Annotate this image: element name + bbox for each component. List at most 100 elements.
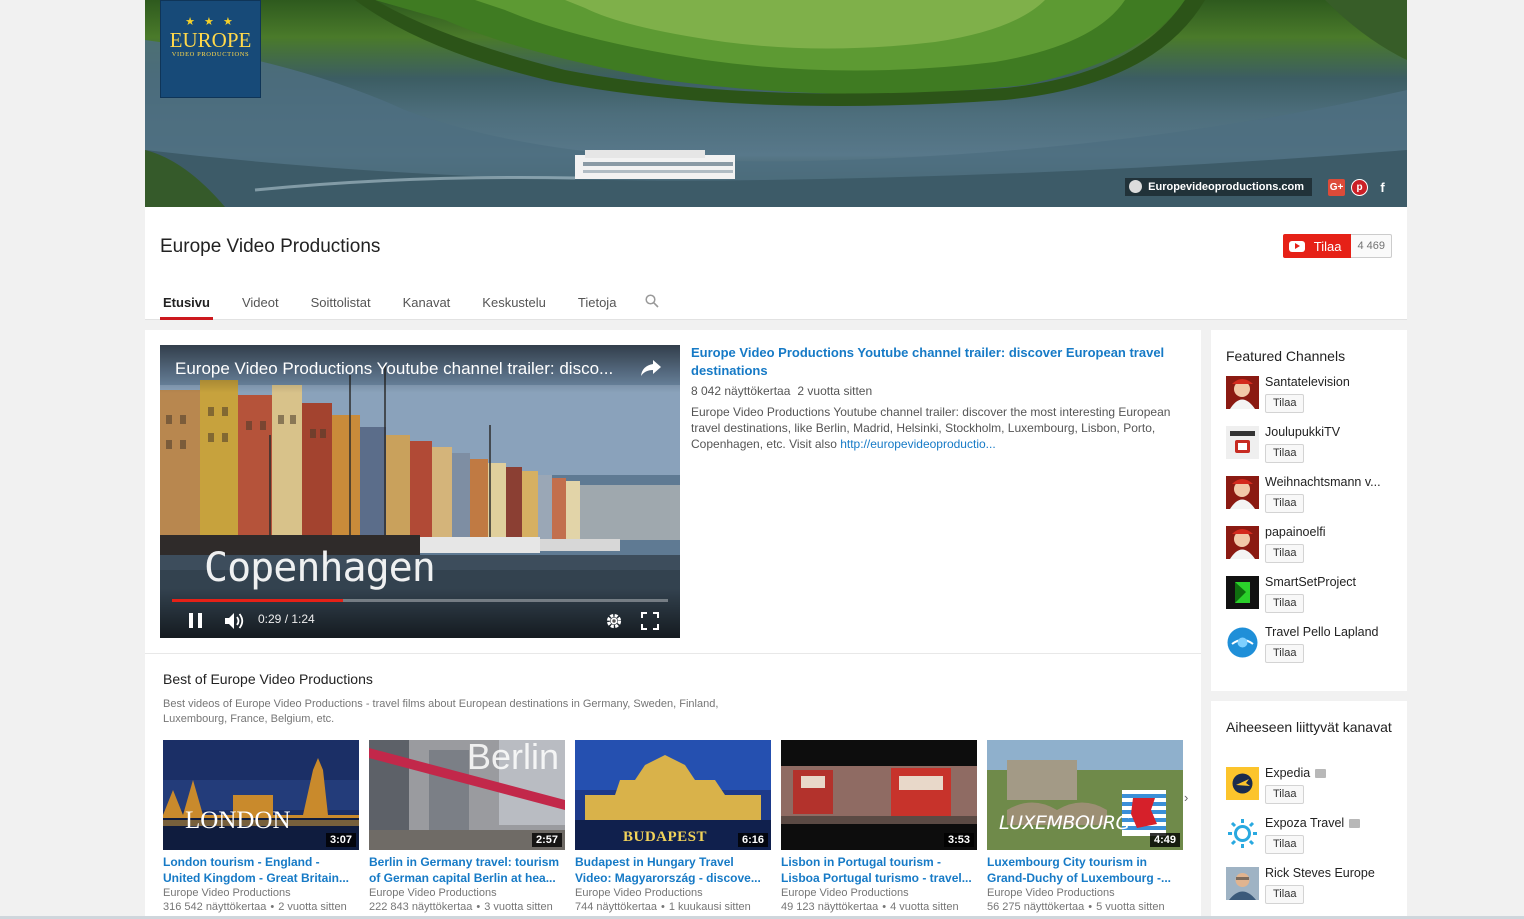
thumbnail-caption: BUDAPEST (623, 829, 708, 845)
featured-video-title[interactable]: Europe Video Productions Youtube channel… (691, 344, 1171, 380)
channel-subscribe-button[interactable]: Tilaa (1265, 594, 1305, 613)
thumbnail-caption: LUXEMBOURG (999, 812, 1130, 834)
channel-banner: ★ ★ ★ EUROPE VIDEO PRODUCTIONS Europevid… (145, 0, 1407, 207)
video-thumbnail[interactable]: LUXEMBOURG 4:49 (987, 740, 1183, 850)
video-thumbnail[interactable]: Berlin 2:57 (369, 740, 565, 850)
channel-subscribe-button[interactable]: Tilaa (1265, 444, 1305, 463)
video-duration: 3:53 (943, 833, 974, 847)
channel-logo[interactable]: ★ ★ ★ EUROPE VIDEO PRODUCTIONS (160, 0, 261, 98)
channel-avatar-joulupukki[interactable] (1226, 426, 1259, 459)
volume-icon[interactable] (224, 612, 246, 630)
channel-avatar-santa[interactable] (1226, 376, 1259, 409)
channel-name[interactable]: Weihnachtsmann v... (1265, 475, 1395, 489)
channel-subscribe-button[interactable]: Tilaa (1265, 785, 1305, 804)
share-icon[interactable] (640, 359, 662, 377)
video-upload-age: 2 vuotta sitten (278, 901, 347, 913)
tab-playlists[interactable]: Soittolistat (308, 295, 374, 320)
channel-avatar-expedia[interactable] (1226, 767, 1259, 800)
featured-description-link[interactable]: http://europevideoproductio... (840, 437, 995, 451)
shelf-title[interactable]: Best of Europe Video Productions (163, 671, 373, 687)
channel-name[interactable]: papainoelfi (1265, 525, 1395, 539)
video-title[interactable]: Lisbon in Portugal tourism - Lisboa Port… (781, 854, 977, 886)
channel-subscribe-button[interactable]: Tilaa (1265, 644, 1305, 663)
shelf-next-arrow[interactable]: › (1184, 790, 1188, 805)
tab-about[interactable]: Tietoja (575, 295, 620, 320)
tab-videos[interactable]: Videot (239, 295, 282, 320)
channel-avatar-expoza[interactable] (1226, 817, 1259, 850)
fullscreen-icon[interactable] (641, 612, 659, 630)
verified-icon (1315, 769, 1327, 778)
channel-name[interactable]: Expedia (1265, 766, 1395, 780)
video-view-count: 744 näyttökertaa (575, 901, 657, 913)
channel-subscribe-button[interactable]: Tilaa (1265, 394, 1305, 413)
video-view-count: 222 843 näyttökertaa (369, 901, 473, 913)
pinterest-icon[interactable]: p (1351, 178, 1368, 196)
channel-subscribe-button[interactable]: Tilaa (1265, 885, 1305, 904)
channel-item[interactable]: papainoelfi Tilaa (1226, 525, 1396, 570)
video-channel[interactable]: Europe Video Productions (163, 886, 359, 900)
video-title[interactable]: Budapest in Hungary Travel Video: Magyar… (575, 854, 771, 886)
video-time: 0:29 / 1:24 (258, 612, 315, 626)
channel-name[interactable]: Rick Steves Europe (1265, 866, 1395, 880)
video-channel[interactable]: Europe Video Productions (575, 886, 771, 900)
channel-name[interactable]: Santatelevision (1265, 375, 1395, 389)
channel-avatar-papainoel[interactable] (1226, 526, 1259, 559)
video-player[interactable]: Copenhagen Europe Video Productions Yout… (160, 345, 680, 638)
video-card[interactable]: BUDAPEST 6:16 Budapest in Hungary Travel… (575, 740, 771, 914)
video-upload-age: 5 vuotta sitten (1096, 901, 1165, 913)
settings-gear-icon[interactable] (605, 612, 623, 630)
channel-name[interactable]: SmartSetProject (1265, 575, 1395, 589)
video-channel[interactable]: Europe Video Productions (987, 886, 1183, 900)
featured-channels-panel: Featured Channels Santatelevision Tilaa … (1211, 330, 1407, 691)
channel-item[interactable]: Rick Steves Europe Tilaa (1226, 866, 1396, 911)
progress-fill (172, 599, 344, 602)
tab-channels[interactable]: Kanavat (400, 295, 454, 320)
tab-home[interactable]: Etusivu (160, 295, 213, 320)
progress-bar[interactable] (172, 599, 668, 602)
logo-subtitle: VIDEO PRODUCTIONS (171, 51, 250, 58)
player-title[interactable]: Europe Video Productions Youtube channel… (175, 359, 635, 379)
video-card[interactable]: 3:53 Lisbon in Portugal tourism - Lisboa… (781, 740, 977, 914)
video-card[interactable]: LONDON 3:07 London tourism - England - U… (163, 740, 359, 914)
pause-icon[interactable] (188, 612, 204, 630)
video-thumbnail[interactable]: BUDAPEST 6:16 (575, 740, 771, 850)
featured-video-info: Europe Video Productions Youtube channel… (691, 344, 1171, 452)
youtube-play-icon (1288, 240, 1305, 252)
channel-item[interactable]: Expoza Travel Tilaa (1226, 816, 1396, 861)
channel-avatar-smartset[interactable] (1226, 576, 1259, 609)
channel-item[interactable]: Weihnachtsmann v... Tilaa (1226, 475, 1396, 520)
channel-item[interactable]: Travel Pello Lapland Tilaa (1226, 625, 1396, 670)
channel-subscribe-button[interactable]: Tilaa (1265, 835, 1305, 854)
video-thumbnail[interactable]: LONDON 3:07 (163, 740, 359, 850)
google-plus-icon[interactable]: G+ (1328, 178, 1345, 196)
tab-discussion[interactable]: Keskustelu (479, 295, 549, 320)
video-channel[interactable]: Europe Video Productions (781, 886, 977, 900)
channel-name[interactable]: Travel Pello Lapland (1265, 625, 1395, 639)
channel-item[interactable]: Santatelevision Tilaa (1226, 375, 1396, 420)
channel-item[interactable]: JoulupukkiTV Tilaa (1226, 425, 1396, 470)
search-icon[interactable] (645, 294, 660, 308)
video-channel[interactable]: Europe Video Productions (369, 886, 565, 900)
channel-subscribe-button[interactable]: Tilaa (1265, 544, 1305, 563)
video-title[interactable]: Luxembourg City tourism in Grand-Duchy o… (987, 854, 1183, 886)
facebook-icon[interactable]: f (1374, 179, 1391, 196)
video-duration: 2:57 (531, 833, 562, 847)
website-link[interactable]: Europevideoproductions.com (1125, 178, 1312, 196)
video-thumbnail[interactable]: 3:53 (781, 740, 977, 850)
video-card[interactable]: Berlin 2:57 Berlin in Germany travel: to… (369, 740, 565, 914)
channel-name[interactable]: Expoza Travel (1265, 816, 1395, 830)
channel-title: Europe Video Productions (160, 236, 381, 257)
channel-item[interactable]: SmartSetProject Tilaa (1226, 575, 1396, 620)
video-title[interactable]: London tourism - England - United Kingdo… (163, 854, 359, 886)
subscribe-button[interactable]: Tilaa (1282, 234, 1352, 258)
video-title[interactable]: Berlin in Germany travel: tourism of Ger… (369, 854, 565, 886)
channel-item[interactable]: Expedia Tilaa (1226, 766, 1396, 811)
video-card[interactable]: LUXEMBOURG 4:49 Luxembourg City tourism … (987, 740, 1183, 914)
featured-video-meta: 8 042 näyttökertaa 2 vuotta sitten (691, 384, 1171, 398)
channel-avatar-rick-steves[interactable] (1226, 867, 1259, 900)
channel-avatar-weihnachtsmann[interactable] (1226, 476, 1259, 509)
channel-name[interactable]: JoulupukkiTV (1265, 425, 1395, 439)
channel-subscribe-button[interactable]: Tilaa (1265, 494, 1305, 513)
channel-avatar-pello[interactable] (1226, 626, 1259, 659)
video-meta: 744 näyttökertaa • 1 kuukausi sitten (575, 901, 751, 913)
